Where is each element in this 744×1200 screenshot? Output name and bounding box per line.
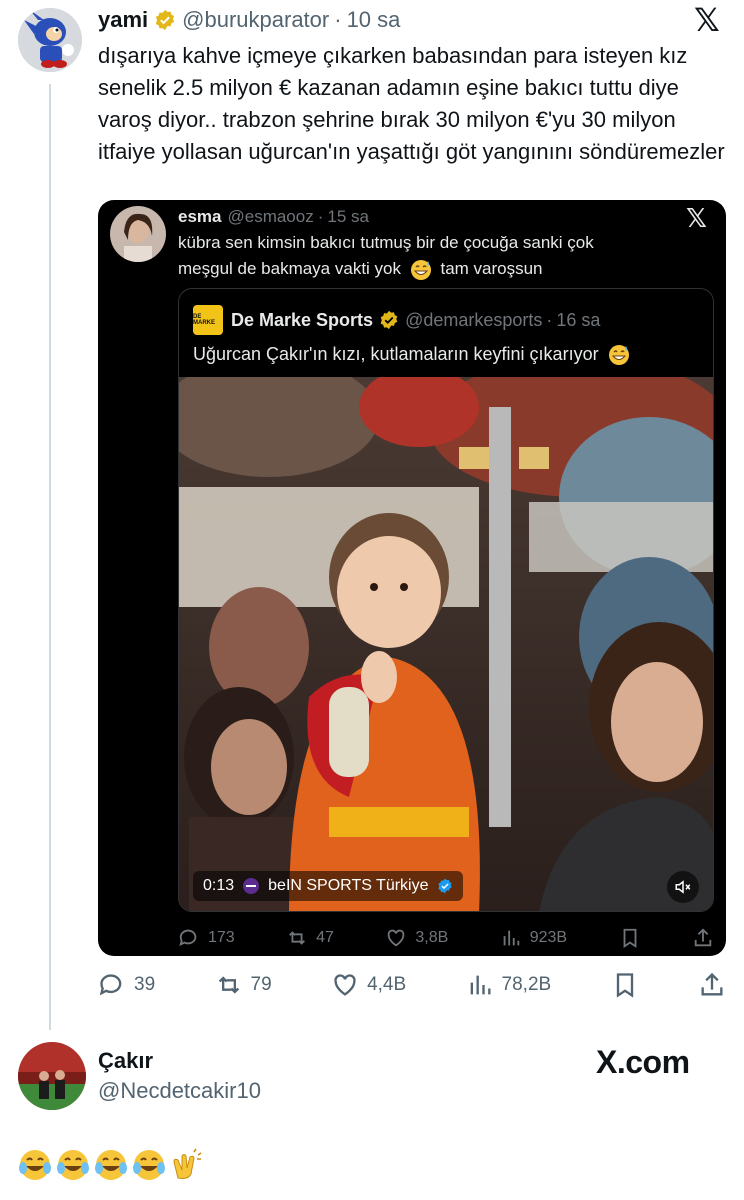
clapping-hands-emoji-icon <box>173 1148 202 1179</box>
demarke-logo-text: DE MARKE <box>193 314 215 326</box>
reply-icon <box>99 974 122 996</box>
quoted-x-logo-icon: 𝕏 <box>686 204 707 234</box>
nested-quote-header: De Marke Sports @demarkesports · 16 sa <box>231 307 600 333</box>
share-icon <box>694 928 712 947</box>
quoted-tweet-text: kübra sen kimsin bakıcı tutmuş bir de ço… <box>178 230 718 282</box>
tears-of-joy-emoji-icon <box>133 1150 165 1180</box>
quoted-text-line1: kübra sen kimsin bakıcı tutmuş bir de ço… <box>178 233 594 252</box>
main-like-button[interactable]: 4,4B <box>331 971 406 999</box>
heart-icon <box>388 929 405 947</box>
quoted-views-button[interactable]: 923B <box>500 927 567 949</box>
quoted-reply-button[interactable]: 173 <box>178 927 235 949</box>
nested-quote-text-wrap: Uğurcan Çakır'ın kızı, kutlamaların keyf… <box>193 341 630 367</box>
verified-blue-badge-icon <box>437 878 452 894</box>
quoted-view-count: 923B <box>529 929 568 946</box>
main-avatar[interactable] <box>18 8 82 72</box>
esma-profile-icon <box>110 206 166 262</box>
main-separator: · <box>334 7 342 32</box>
main-share-button[interactable] <box>698 971 726 999</box>
thread-connector-line <box>49 84 51 1030</box>
x-com-watermark-text: X.com <box>596 1044 690 1080</box>
quoted-repost-count: 47 <box>316 929 334 946</box>
esma-avatar[interactable] <box>110 206 166 262</box>
repost-icon <box>289 931 306 945</box>
quoted-tweet-card[interactable]: esma @esmaooz · 15 sa 𝕏 kübra sen kimsin… <box>98 200 726 956</box>
reply-avatar[interactable] <box>18 1042 86 1110</box>
nested-quote-text: Uğurcan Çakır'ın kızı, kutlamaların keyf… <box>193 344 599 364</box>
video-source[interactable]: beIN SPORTS Türkiye <box>268 877 428 895</box>
reply-author-name[interactable]: Çakır <box>98 1048 153 1074</box>
main-like-count: 4,4B <box>367 974 407 995</box>
quoted-tweet-header: esma @esmaooz · 15 sa <box>178 205 369 229</box>
main-tweet-header: yami @burukparator · 10 sa <box>98 6 400 34</box>
main-bookmark-button[interactable] <box>611 971 639 999</box>
tears-of-joy-emoji-icon <box>95 1150 127 1180</box>
quoted-author-name[interactable]: esma <box>178 207 221 227</box>
nested-separator: · <box>546 309 553 330</box>
bookmark-icon <box>616 973 633 998</box>
views-chart-icon <box>470 975 491 995</box>
reply-icon <box>179 929 197 947</box>
quoted-separator: · <box>317 207 324 226</box>
main-repost-count: 79 <box>250 974 272 995</box>
quoted-repost-button[interactable]: 47 <box>286 927 334 949</box>
verified-gold-badge-icon <box>380 310 398 330</box>
video-player[interactable]: 0:13 beIN SPORTS Türkiye <box>179 377 713 911</box>
main-timestamp[interactable]: 10 sa <box>347 7 401 33</box>
main-author-name[interactable]: yami <box>98 7 148 33</box>
nested-timestamp[interactable]: 16 sa <box>556 310 600 331</box>
bookmark-icon <box>623 928 636 948</box>
views-chart-icon <box>503 930 519 946</box>
quoted-reply-count: 173 <box>208 929 235 946</box>
reply-emojis <box>18 1148 204 1182</box>
bein-sports-logo-icon <box>243 878 260 894</box>
x-logo-icon: 𝕏 <box>694 1 720 39</box>
verified-gold-badge-icon <box>155 9 175 31</box>
quoted-text-line2-wrap: meşgul de bakmaya vakti yok tam varoşsun <box>178 256 718 282</box>
speaker-muted-icon <box>675 880 691 894</box>
quoted-share-button[interactable] <box>692 927 714 949</box>
main-tweet-text: dışarıya kahve içmeye çıkarken babasında… <box>98 43 725 164</box>
demarke-logo[interactable]: DE MARKE <box>193 305 223 335</box>
quoted-action-bar: 173 47 3,8B 923B <box>178 924 714 952</box>
nested-author-name[interactable]: De Marke Sports <box>231 310 373 331</box>
nested-author-handle[interactable]: @demarkesports <box>405 310 542 331</box>
mute-button[interactable] <box>667 871 699 903</box>
main-repost-button[interactable]: 79 <box>215 971 272 999</box>
grinning-sweat-emoji-icon <box>410 259 431 280</box>
x-com-watermark: X.com <box>596 1044 690 1081</box>
sonic-avatar-icon <box>18 8 82 72</box>
tears-of-joy-emoji-icon <box>57 1150 89 1180</box>
quoted-bookmark-button[interactable] <box>619 927 641 949</box>
main-reply-button[interactable]: 39 <box>98 971 155 999</box>
main-author-handle[interactable]: @burukparator <box>182 7 329 33</box>
share-icon <box>701 972 723 996</box>
main-action-bar: 39 79 4,4B 78,2B <box>98 968 726 1002</box>
reply-emoji-text: 😂😂😂😂👏 <box>0 0 1 1</box>
quoted-like-count: 3,8B <box>415 929 449 946</box>
video-info-overlay: 0:13 beIN SPORTS Türkiye <box>193 871 463 901</box>
main-views-button[interactable]: 78,2B <box>466 971 552 999</box>
quoted-timestamp[interactable]: 15 sa <box>327 207 369 227</box>
main-view-count: 78,2B <box>501 974 552 995</box>
tears-of-joy-emoji-icon <box>19 1150 51 1180</box>
quoted-text-line2: meşgul de bakmaya vakti yok <box>178 259 401 278</box>
main-reply-count: 39 <box>134 974 156 995</box>
repost-icon <box>218 976 239 994</box>
quoted-author-handle[interactable]: @esmaooz <box>227 207 313 227</box>
video-frame <box>179 377 713 911</box>
stadium-photo-avatar-icon <box>18 1042 86 1110</box>
nested-quote-card[interactable]: DE MARKE De Marke Sports @demarkesports … <box>178 288 714 912</box>
heart-icon <box>334 974 356 996</box>
quoted-text-line2-end: tam varoşsun <box>440 259 543 278</box>
reply-author-handle[interactable]: @Necdetcakir10 <box>98 1078 261 1104</box>
quoted-like-button[interactable]: 3,8B <box>385 927 448 949</box>
grinning-sweat-emoji-icon <box>608 345 629 366</box>
video-duration: 0:13 <box>203 877 235 894</box>
